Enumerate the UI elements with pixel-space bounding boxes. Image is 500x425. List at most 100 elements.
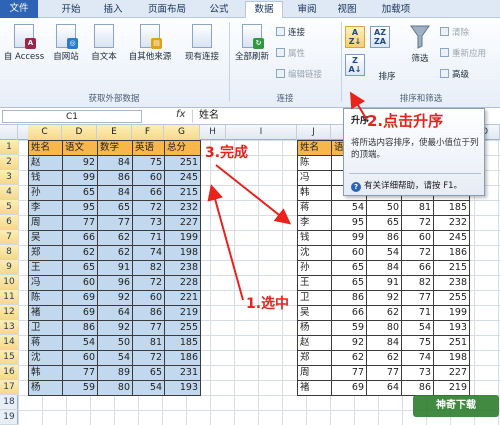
column-header[interactable]: E — [97, 125, 132, 140]
tab-formulas[interactable]: 公式 — [202, 2, 236, 18]
tab-page-layout[interactable]: 页面布局 — [138, 2, 196, 18]
score-cell[interactable]: 186 — [433, 245, 470, 261]
score-cell[interactable]: 54 — [62, 335, 98, 351]
row-header[interactable]: 4 — [0, 185, 18, 200]
score-cell[interactable]: 65 — [132, 365, 165, 381]
score-cell[interactable]: 65 — [62, 185, 98, 201]
sort-ascending-button[interactable]: A Z↓ — [345, 26, 365, 48]
name-cell[interactable]: 周 — [297, 365, 332, 381]
name-cell[interactable]: 赵 — [28, 155, 63, 171]
score-cell[interactable]: 62 — [331, 350, 367, 366]
score-cell[interactable]: 91 — [97, 260, 133, 276]
score-cell[interactable]: 92 — [97, 320, 133, 336]
score-cell[interactable]: 66 — [331, 305, 367, 321]
header-cell[interactable]: 姓名 — [28, 140, 63, 156]
score-cell[interactable]: 81 — [132, 335, 165, 351]
score-cell[interactable]: 65 — [331, 275, 367, 291]
score-cell[interactable]: 64 — [366, 380, 402, 396]
score-cell[interactable]: 60 — [62, 350, 98, 366]
tab-file[interactable]: 文件 — [0, 0, 38, 18]
score-cell[interactable]: 245 — [433, 230, 470, 246]
from-other-sources-button[interactable]: ▤ 自其他来源 — [124, 24, 176, 62]
score-cell[interactable]: 66 — [401, 260, 434, 276]
score-cell[interactable]: 99 — [331, 230, 367, 246]
name-cell[interactable]: 蒋 — [28, 335, 63, 351]
score-cell[interactable]: 77 — [366, 365, 402, 381]
score-cell[interactable]: 91 — [366, 275, 402, 291]
score-cell[interactable]: 231 — [164, 365, 201, 381]
score-cell[interactable]: 193 — [164, 380, 201, 396]
connections-button[interactable]: 连接 — [276, 26, 305, 38]
column-header[interactable]: F — [132, 125, 164, 140]
score-cell[interactable]: 193 — [433, 320, 470, 336]
name-cell[interactable]: 蒋 — [297, 200, 332, 216]
name-cell[interactable]: 孙 — [297, 260, 332, 276]
score-cell[interactable]: 62 — [97, 230, 133, 246]
name-cell[interactable]: 韩 — [28, 365, 63, 381]
score-cell[interactable]: 50 — [366, 200, 402, 216]
row-header[interactable]: 11 — [0, 290, 18, 305]
score-cell[interactable]: 50 — [97, 335, 133, 351]
name-cell[interactable]: 吴 — [297, 305, 332, 321]
score-cell[interactable]: 215 — [433, 260, 470, 276]
sort-descending-button[interactable]: Z A↓ — [345, 54, 365, 76]
score-cell[interactable]: 69 — [62, 305, 98, 321]
column-header[interactable]: J — [297, 125, 331, 140]
score-cell[interactable]: 198 — [164, 245, 201, 261]
tab-data[interactable]: 数据 — [245, 1, 283, 19]
score-cell[interactable]: 80 — [97, 380, 133, 396]
score-cell[interactable]: 60 — [331, 245, 367, 261]
row-header[interactable]: 16 — [0, 365, 18, 380]
name-cell[interactable]: 褚 — [28, 305, 63, 321]
score-cell[interactable]: 72 — [132, 350, 165, 366]
score-cell[interactable]: 92 — [97, 290, 133, 306]
column-header[interactable]: G — [164, 125, 200, 140]
score-cell[interactable]: 86 — [401, 380, 434, 396]
score-cell[interactable]: 251 — [164, 155, 201, 171]
left-data-table[interactable]: 姓名 语文 数学 英语 总分赵 92 84 75 251 钱 99 86 60 245 孙 65 84 66 215… — [28, 140, 201, 396]
score-cell[interactable]: 185 — [164, 335, 201, 351]
score-cell[interactable]: 77 — [132, 320, 165, 336]
score-cell[interactable]: 95 — [62, 200, 98, 216]
name-box[interactable]: C1 — [2, 110, 142, 123]
score-cell[interactable]: 77 — [62, 365, 98, 381]
reapply-button[interactable]: 重新应用 — [440, 47, 486, 59]
tab-view[interactable]: 视图 — [330, 2, 364, 18]
score-cell[interactable]: 84 — [97, 185, 133, 201]
score-cell[interactable]: 92 — [331, 335, 367, 351]
score-cell[interactable]: 92 — [62, 155, 98, 171]
existing-connections-button[interactable]: 现有连接 — [180, 24, 224, 62]
name-cell[interactable]: 钱 — [28, 170, 63, 186]
name-cell[interactable]: 孙 — [28, 185, 63, 201]
score-cell[interactable]: 72 — [401, 215, 434, 231]
score-cell[interactable]: 72 — [132, 200, 165, 216]
score-cell[interactable]: 60 — [132, 290, 165, 306]
header-cell[interactable]: 数学 — [97, 140, 133, 156]
from-text-button[interactable]: 自文本 — [86, 24, 122, 62]
column-header[interactable]: I — [226, 125, 297, 140]
name-cell[interactable]: 郑 — [297, 350, 332, 366]
score-cell[interactable]: 69 — [331, 380, 367, 396]
score-cell[interactable]: 80 — [366, 320, 402, 336]
score-cell[interactable]: 54 — [97, 350, 133, 366]
score-cell[interactable]: 255 — [164, 320, 201, 336]
name-cell[interactable]: 韩 — [297, 185, 332, 201]
score-cell[interactable]: 54 — [401, 320, 434, 336]
name-cell[interactable]: 王 — [297, 275, 332, 291]
score-cell[interactable]: 77 — [401, 290, 434, 306]
from-web-button[interactable]: ◎ 自网站 — [48, 24, 84, 62]
row-header[interactable]: 1 — [0, 140, 18, 155]
score-cell[interactable]: 60 — [132, 170, 165, 186]
name-cell[interactable]: 王 — [28, 260, 63, 276]
edit-links-button[interactable]: 编辑链接 — [276, 68, 322, 80]
score-cell[interactable]: 66 — [132, 185, 165, 201]
score-cell[interactable]: 77 — [62, 215, 98, 231]
score-cell[interactable]: 65 — [97, 200, 133, 216]
row-header[interactable]: 13 — [0, 320, 18, 335]
row-header[interactable]: 15 — [0, 350, 18, 365]
score-cell[interactable]: 96 — [97, 275, 133, 291]
score-cell[interactable]: 92 — [366, 290, 402, 306]
header-cell[interactable]: 语文 — [62, 140, 98, 156]
name-cell[interactable]: 陈 — [297, 155, 332, 171]
score-cell[interactable]: 54 — [132, 380, 165, 396]
